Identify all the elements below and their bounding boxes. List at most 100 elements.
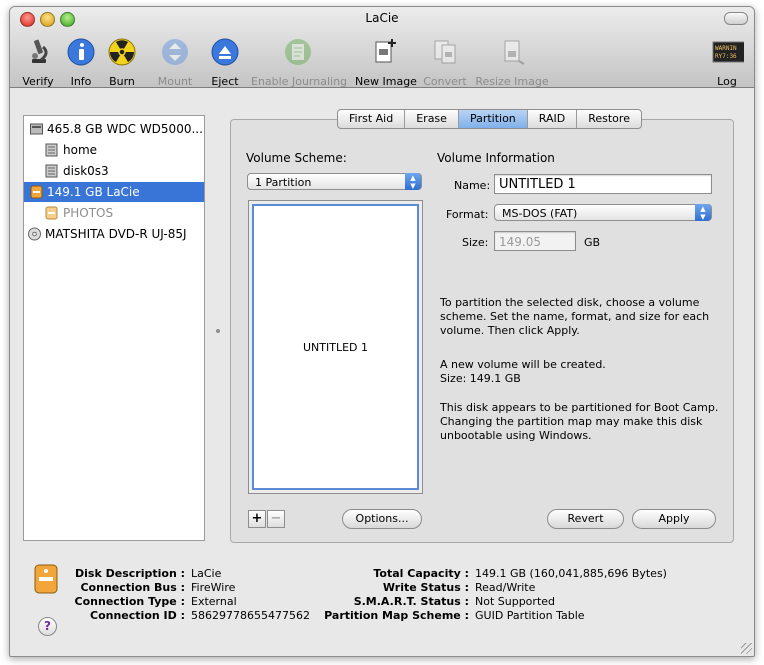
tab-partition[interactable]: Partition [458,110,528,128]
mount-button[interactable]: Mount [155,37,195,88]
format-label: Format: [446,208,489,221]
log-button[interactable]: WARNIN RY7:36 Log [709,37,746,88]
popup-arrows-icon: ▲ ▼ [695,204,711,221]
sidebar-item-photos[interactable]: PHOTOS [24,203,204,223]
enable-journaling-label: Enable Journaling [251,75,348,88]
radiation-icon [108,38,136,66]
volume-information-heading: Volume Information [437,151,555,165]
help-button[interactable]: ? [38,617,57,636]
microscope-icon [32,39,48,63]
detail-value: Read/Write [475,581,536,594]
tab-restore[interactable]: Restore [577,110,641,128]
detail-key: Connection Type : [74,595,185,608]
tab-raid[interactable]: RAID [528,110,578,128]
log-label: Log [717,75,737,88]
format-value: MS-DOS (FAT) [502,207,578,220]
eject-icon [211,38,239,66]
optical-drive-icon [28,227,41,241]
svg-text:RY7:36: RY7:36 [715,53,737,60]
detail-key: Total Capacity : [373,567,469,580]
detail-key: Write Status : [382,581,469,594]
toolbar-toggle-button[interactable] [724,12,748,25]
detail-value: GUID Partition Table [475,609,585,622]
partition-instructions: To partition the selected disk, choose a… [440,296,710,337]
mount-icon [162,39,188,65]
detail-value: FireWire [191,581,236,594]
remove-partition-button[interactable]: − [267,510,285,528]
name-label: Name: [454,179,491,192]
sidebar-item-home[interactable]: home [24,140,204,160]
detail-value: External [191,595,237,608]
revert-button[interactable]: Revert [547,509,624,529]
split-view-handle[interactable] [216,329,220,333]
sidebar-item-label: home [63,143,98,157]
sidebar-item-label: 149.1 GB LaCie [47,185,140,199]
sidebar-item-dvd-drive[interactable]: MATSHITA DVD-R UJ-85J [24,224,204,244]
tab-erase[interactable]: Erase [405,110,459,128]
detail-value: LaCie [191,567,222,580]
size-unit-label: GB [584,236,601,249]
sidebar-item-label: PHOTOS [63,206,114,220]
info-icon [67,38,95,66]
disk-list[interactable]: 465.8 GB WDC WD5000... home disk0s3 149.… [23,115,205,541]
new-image-button[interactable]: New Image [355,37,417,88]
apply-button[interactable]: Apply [632,509,716,529]
sidebar-item-lacie[interactable]: 149.1 GB LaCie [24,182,204,202]
volume-scheme-label: Volume Scheme: [246,151,347,165]
partition-block[interactable]: UNTITLED 1 [252,204,419,490]
window-title: LaCie [365,11,399,25]
resize-image-button[interactable]: Resize Image [475,37,549,88]
name-field[interactable]: UNTITLED 1 [494,174,712,194]
detail-key: S.M.A.R.T. Status : [353,595,469,608]
console-log-icon: WARNIN RY7:36 [712,41,746,63]
sidebar-item-label: 465.8 GB WDC WD5000... [47,122,203,136]
convert-button[interactable]: Convert [422,37,468,88]
sidebar-item-label: MATSHITA DVD-R UJ-85J [45,227,187,241]
svg-text:WARNIN: WARNIN [715,45,737,52]
format-popup[interactable]: MS-DOS (FAT) ▲ ▼ [494,204,712,221]
resize-grip[interactable] [741,643,752,654]
detail-value: 149.1 GB (160,041,885,696 Bytes) [475,567,667,580]
new-image-icon [375,39,396,63]
new-volume-size: Size: 149.1 GB [440,372,521,385]
detail-key: Connection ID : [90,609,185,622]
new-volume-notice: A new volume will be created. [440,358,606,371]
tab-first-aid[interactable]: First Aid [338,110,406,128]
resize-image-label: Resize Image [475,75,549,88]
partition-block-label: UNTITLED 1 [302,341,368,354]
title-toolbar-area: LaCie Verify Info Burn Mount Eject Enabl… [10,7,754,88]
detail-key: Disk Description : [75,567,185,580]
hard-disk-icon [30,123,43,135]
options-button[interactable]: Options... [342,509,422,529]
new-image-label: New Image [355,75,417,88]
boot-camp-warning: This disk appears to be partitioned for … [440,401,719,442]
journal-icon [285,39,311,65]
external-volume-icon [45,206,58,220]
sidebar-item-label: disk0s3 [63,164,109,178]
eject-button[interactable]: Eject [210,37,240,88]
info-button[interactable]: Info [66,37,96,88]
enable-journaling-button[interactable]: Enable Journaling [251,37,348,88]
verify-button[interactable]: Verify [21,37,55,88]
detail-value: Not Supported [475,595,556,608]
external-disk-icon [30,185,43,199]
add-partition-button[interactable]: + [248,510,266,528]
volume-scheme-popup[interactable]: 1 Partition ▲ ▼ [247,173,422,190]
tab-bar: First Aid Erase Partition RAID Restore [337,109,642,129]
volume-scheme-value: 1 Partition [255,176,312,189]
disk-utility-window: LaCie Verify Info Burn Mount Eject Enabl… [9,6,755,657]
popup-arrows-icon: ▲ ▼ [405,173,421,190]
volume-icon [45,143,58,157]
detail-key: Partition Map Scheme : [324,609,469,622]
partition-map[interactable]: UNTITLED 1 [248,200,423,494]
mount-label: Mount [157,75,193,88]
detail-key: Connection Bus : [80,581,185,594]
burn-button[interactable]: Burn [107,37,137,88]
sidebar-item-disk0s3[interactable]: disk0s3 [24,161,204,181]
size-label: Size: [462,236,489,249]
eject-label: Eject [211,75,239,88]
info-label: Info [70,75,92,88]
size-field[interactable]: 149.05 [494,231,576,251]
burn-label: Burn [109,75,135,88]
sidebar-item-wdc-disk[interactable]: 465.8 GB WDC WD5000... [24,119,204,139]
